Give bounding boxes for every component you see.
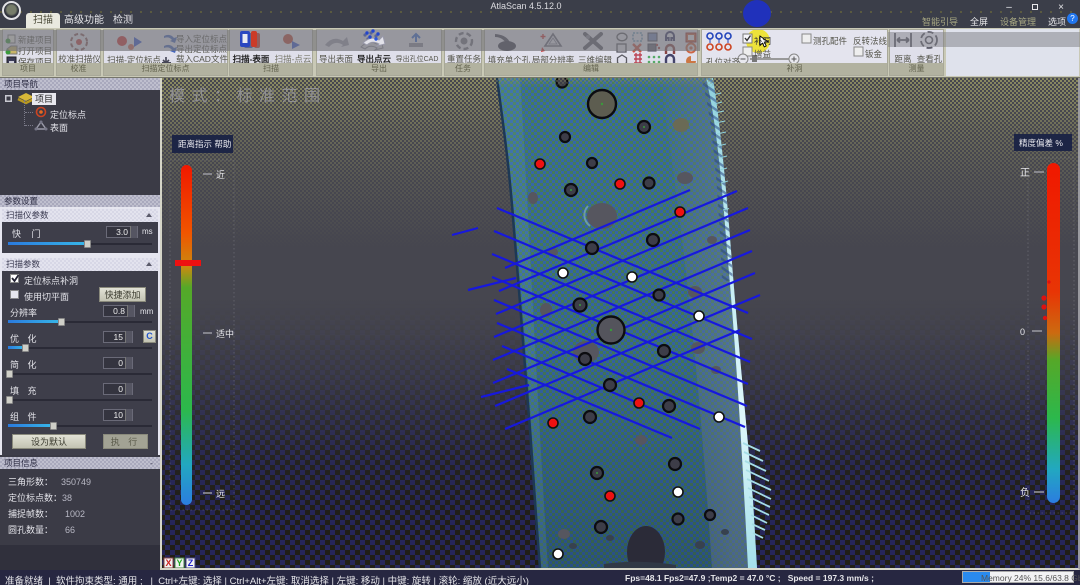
svg-text:适中: 适中 [216,328,234,339]
svg-text:模式：标准范围: 模式：标准范围 [169,87,327,105]
svg-text:X: X [165,558,171,568]
svg-text:距离指示 帮助: 距离指示 帮助 [178,139,231,149]
svg-text:近: 近 [216,169,225,180]
svg-text:精度偏差 %: 精度偏差 % [1019,138,1063,148]
svg-text:负: 负 [1020,486,1030,499]
svg-text:0: 0 [1020,327,1025,337]
svg-text:Z: Z [188,558,194,568]
svg-text:远: 远 [216,489,225,499]
svg-text:Y: Y [176,558,182,568]
svg-text:正: 正 [1020,168,1030,179]
